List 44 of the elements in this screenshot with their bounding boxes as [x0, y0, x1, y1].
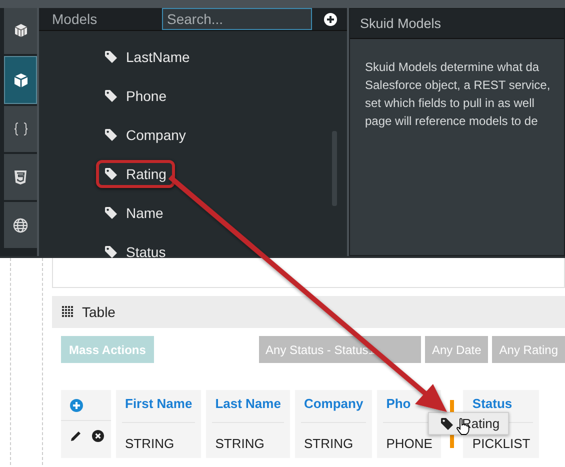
- panel-title: Skuid Models: [360, 16, 442, 31]
- column-header[interactable]: Last Name: [212, 390, 284, 423]
- cubes-icon: [12, 24, 28, 38]
- help-text-line: Skuid Models determine what da: [365, 59, 540, 76]
- field-item[interactable]: Phone: [96, 82, 176, 110]
- panel-title: Models: [52, 11, 98, 27]
- sidebar-tab[interactable]: [4, 202, 37, 248]
- scrollbar[interactable]: [332, 131, 337, 206]
- cube-icon: [14, 72, 28, 88]
- add-row-icon[interactable]: [70, 398, 83, 412]
- field-item[interactable]: Rating: [96, 160, 176, 188]
- help-text-line: page will reference models to de: [365, 113, 539, 130]
- delete-icon[interactable]: [92, 430, 104, 442]
- table-cell-text: STRING: [214, 436, 266, 452]
- braces-icon: [12, 122, 28, 136]
- search-field[interactable]: Search...: [162, 8, 312, 30]
- sidebar-tab[interactable]: [4, 154, 37, 200]
- field-item[interactable]: LastName: [96, 43, 199, 71]
- field-item[interactable]: Status: [96, 238, 175, 266]
- tag-icon: [105, 168, 117, 180]
- drag-tooltip: Rating: [428, 412, 509, 435]
- column-header[interactable]: Company: [300, 390, 366, 423]
- column-header[interactable]: First Name: [122, 390, 196, 423]
- sidebar-tab[interactable]: [4, 56, 37, 104]
- table-cell-text: PHONE: [385, 436, 434, 452]
- field-item[interactable]: Name: [96, 199, 172, 227]
- help-text-line: set which fields to pull in as well: [365, 95, 536, 112]
- globe-icon: [13, 218, 28, 232]
- grid-icon: [62, 306, 74, 318]
- component-title: Table: [82, 304, 116, 320]
- help-text-line: Salesforce object, a REST service,: [365, 77, 552, 94]
- table-cell-text: STRING: [124, 436, 176, 452]
- tag-icon: [105, 207, 117, 219]
- add-icon[interactable]: [324, 12, 337, 26]
- field-item[interactable]: Company: [96, 121, 195, 149]
- tag-icon: [105, 129, 117, 141]
- pencil-icon[interactable]: [70, 430, 82, 442]
- sidebar-tab[interactable]: [4, 8, 37, 54]
- tag-icon: [441, 418, 453, 430]
- table-cell-text: STRING: [302, 436, 354, 452]
- tag-icon: [105, 51, 117, 63]
- css-shield-icon: [14, 170, 27, 184]
- tag-icon: [105, 90, 117, 102]
- table-cell-text: PICKLIST: [471, 436, 532, 452]
